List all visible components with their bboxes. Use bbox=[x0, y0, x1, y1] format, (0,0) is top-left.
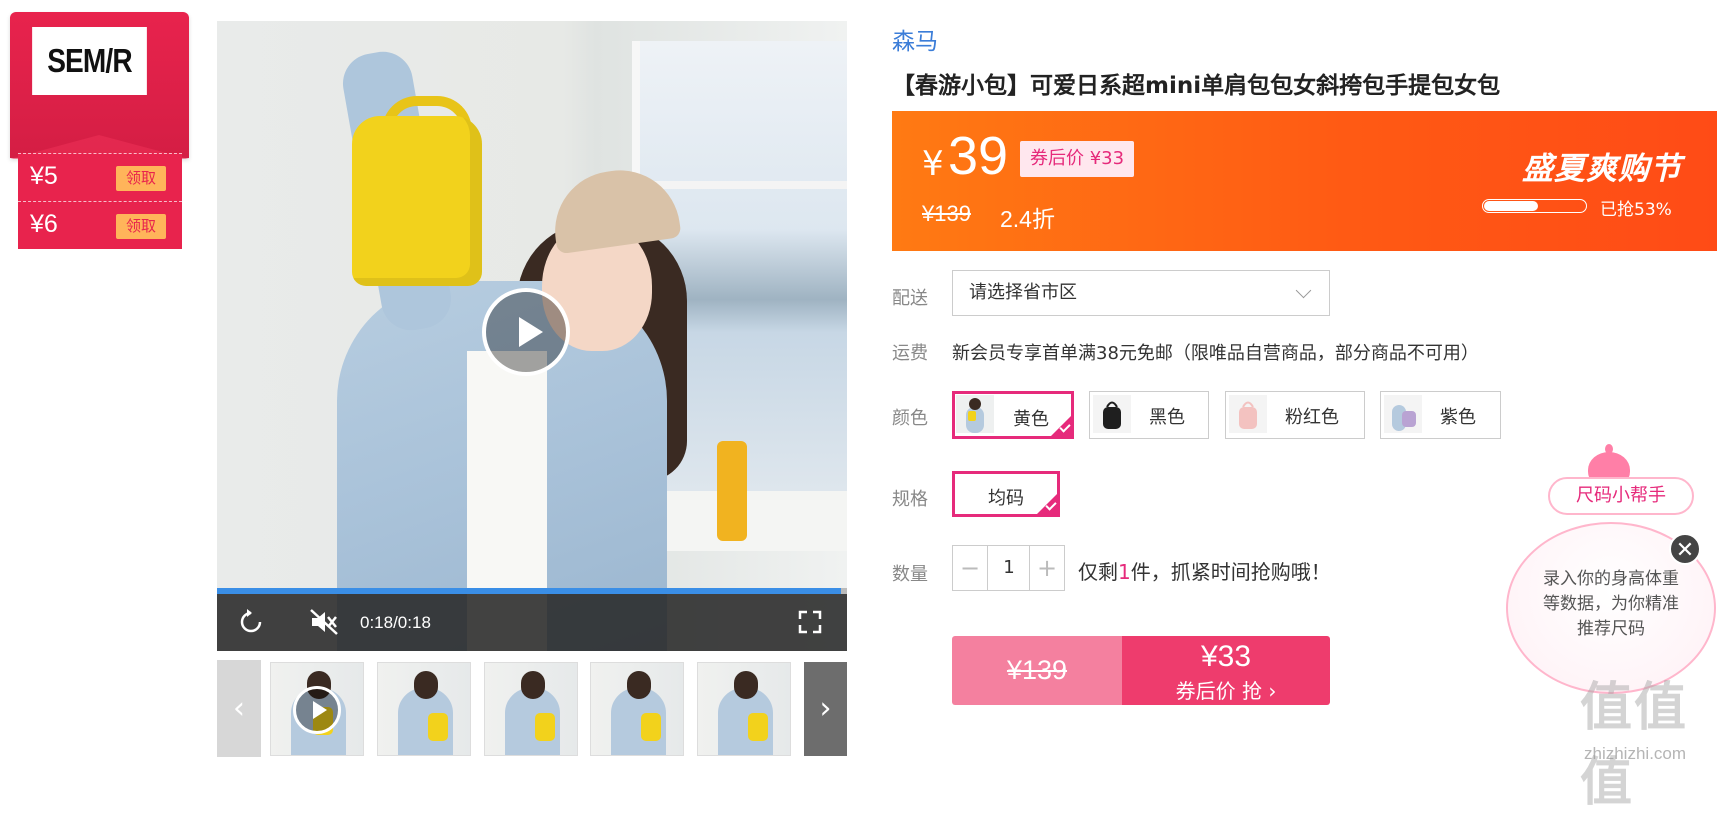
color-swatch-black bbox=[1093, 395, 1131, 433]
play-icon bbox=[293, 686, 341, 734]
coupon-amount: ¥6 bbox=[30, 210, 58, 238]
claim-coupon-button[interactable]: 领取 bbox=[116, 214, 166, 239]
freight-info: 新会员专享首单满38元免邮（限唯品自营商品，部分商品不可用） bbox=[952, 343, 1479, 364]
color-option-purple[interactable]: 紫色 bbox=[1380, 391, 1501, 439]
stock-notice: 仅剩1件，抓紧时间抢购哦！ bbox=[1078, 556, 1331, 585]
promo-title: 盛夏爽购节 bbox=[1522, 151, 1682, 187]
buy-cta-label: 券后价 抢 › bbox=[1175, 679, 1277, 703]
claim-coupon-button[interactable]: 领取 bbox=[116, 166, 166, 191]
thumbnail[interactable] bbox=[377, 662, 471, 756]
mute-icon[interactable] bbox=[309, 608, 339, 636]
thumbnail[interactable] bbox=[590, 662, 684, 756]
freight-label: 运费 bbox=[892, 343, 928, 364]
stock-suffix: 件，抓紧时间抢购哦！ bbox=[1130, 560, 1331, 584]
coupon-amount: ¥5 bbox=[30, 162, 58, 190]
coupon-card: ¥6 领取 bbox=[18, 201, 182, 249]
quantity-minus-button[interactable]: − bbox=[953, 546, 988, 590]
sold-percentage: 已抢53% bbox=[1600, 200, 1672, 220]
coupon-card: ¥5 领取 bbox=[18, 153, 182, 201]
chevron-down-icon bbox=[1295, 282, 1312, 299]
product-title: 【春游小包】可爱日系超mini单肩包包女斜挎包手提包女包 bbox=[892, 73, 1501, 99]
juice-bottle bbox=[717, 441, 747, 541]
color-option-black[interactable]: 黑色 bbox=[1089, 391, 1209, 439]
quantity-plus-button[interactable]: + bbox=[1029, 546, 1064, 590]
thumbnail-prev-button[interactable]: ‹ bbox=[217, 660, 261, 757]
product-video[interactable] bbox=[217, 21, 847, 651]
brand-logo[interactable]: SEM/R bbox=[32, 27, 147, 95]
fullscreen-icon[interactable] bbox=[798, 610, 822, 634]
coupon-price-badge: 券后价 ¥33 bbox=[1020, 141, 1135, 177]
video-controls: 0:18/0:18 bbox=[217, 594, 847, 651]
color-option-label: 粉红色 bbox=[1285, 407, 1339, 428]
thumbnail[interactable] bbox=[270, 662, 364, 756]
region-select[interactable]: 请选择省市区 bbox=[952, 270, 1330, 316]
check-icon bbox=[1036, 493, 1058, 515]
play-icon[interactable] bbox=[482, 288, 570, 376]
brand-link[interactable]: 森马 bbox=[892, 22, 938, 56]
size-helper-button[interactable]: 尺码小帮手 bbox=[1548, 477, 1694, 515]
stock-prefix: 仅剩 bbox=[1078, 560, 1118, 584]
original-price: ¥139 bbox=[922, 201, 971, 226]
quantity-input[interactable]: 1 bbox=[988, 546, 1030, 590]
sold-progress-fill bbox=[1484, 201, 1538, 211]
quantity-stepper: − 1 + bbox=[952, 545, 1065, 591]
check-icon bbox=[1050, 415, 1072, 437]
buy-now-button[interactable]: ¥33 券后价 抢 › bbox=[1122, 636, 1330, 705]
watermark-url: zhizhizhi.com bbox=[1584, 744, 1687, 763]
delivery-label: 配送 bbox=[892, 288, 928, 309]
current-price: 39 bbox=[948, 126, 1009, 186]
price-banner: ¥ 39 券后价 ¥33 ¥139 2.4折 盛夏爽购节 已抢53% bbox=[892, 111, 1717, 251]
thumbnail[interactable] bbox=[484, 662, 578, 756]
window-frame bbox=[632, 181, 847, 189]
close-icon[interactable]: ✕ bbox=[1669, 533, 1701, 565]
video-time: 0:18/0:18 bbox=[360, 613, 431, 632]
color-swatch-purple bbox=[1384, 395, 1422, 433]
buy-coupon-price: ¥33 bbox=[1200, 640, 1252, 673]
color-option-label: 紫色 bbox=[1440, 407, 1476, 428]
quantity-label: 数量 bbox=[892, 564, 928, 585]
size-option[interactable]: 均码 bbox=[952, 471, 1060, 517]
color-label: 颜色 bbox=[892, 408, 928, 429]
color-option-label: 黑色 bbox=[1149, 407, 1185, 428]
replay-icon[interactable] bbox=[237, 608, 265, 636]
thumbnail-next-button[interactable]: › bbox=[804, 662, 847, 756]
region-select-value: 请选择省市区 bbox=[969, 282, 1077, 303]
original-price-button[interactable]: ¥139 bbox=[952, 636, 1122, 705]
currency-symbol: ¥ bbox=[922, 144, 944, 184]
stock-count: 1 bbox=[1118, 560, 1131, 584]
color-swatch-pink bbox=[1229, 395, 1267, 433]
color-option-pink[interactable]: 粉红色 bbox=[1225, 391, 1365, 439]
yellow-bag bbox=[352, 116, 482, 286]
color-option-yellow[interactable]: 黄色 bbox=[952, 391, 1074, 439]
thumbnail[interactable] bbox=[697, 662, 791, 756]
size-label: 规格 bbox=[892, 489, 928, 510]
color-swatch-yellow bbox=[956, 395, 994, 433]
discount: 2.4折 bbox=[1000, 206, 1055, 232]
size-helper-text: 录入你的身高体重等数据，为你精准推荐尺码 bbox=[1543, 569, 1679, 639]
color-option-label: 黄色 bbox=[1013, 409, 1049, 430]
watermark-logo: 值值值 bbox=[1580, 678, 1689, 813]
